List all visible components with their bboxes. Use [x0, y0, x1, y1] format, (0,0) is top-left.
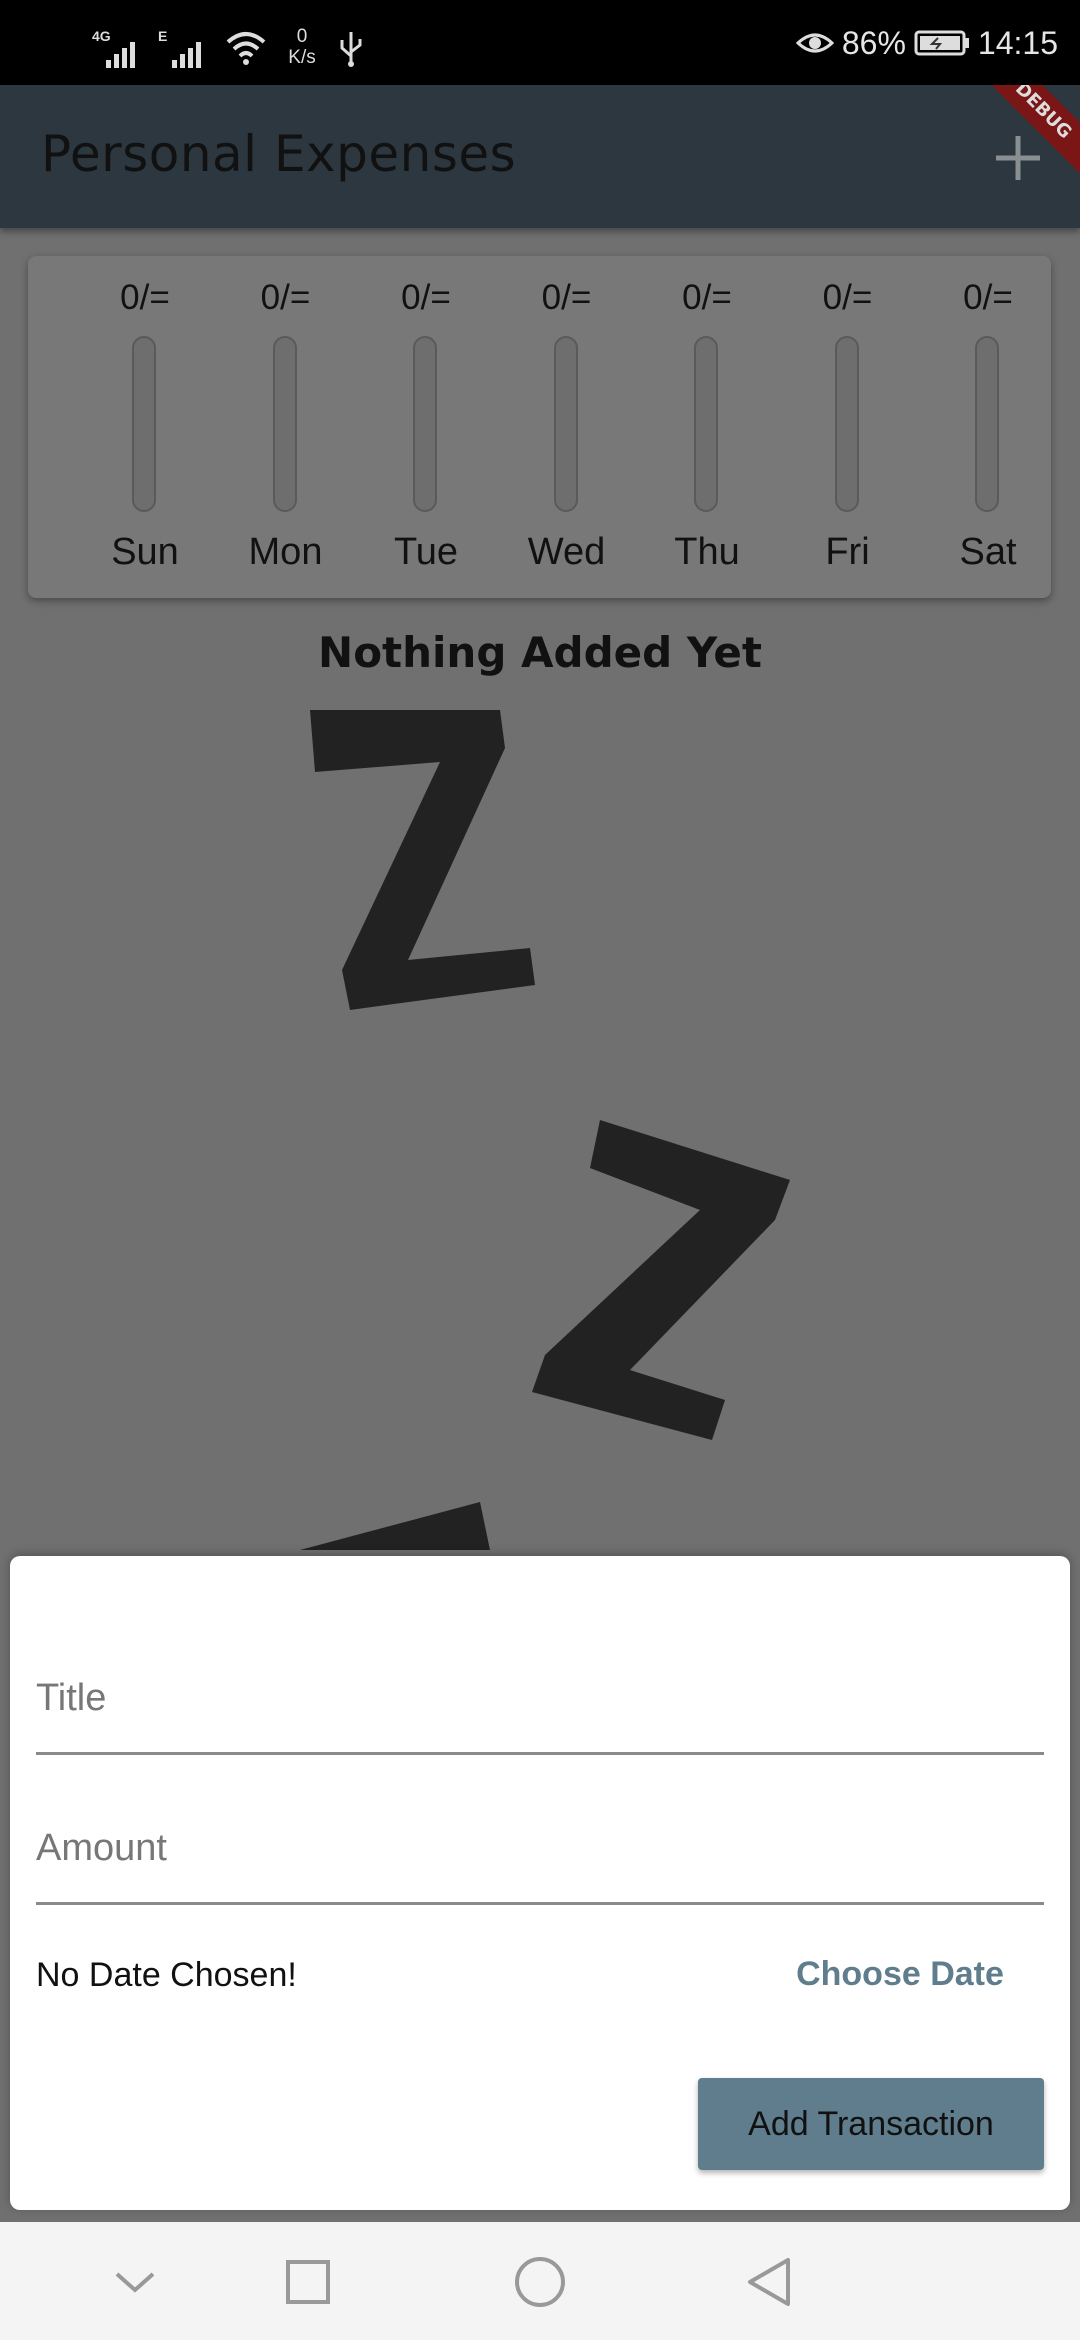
- title-input[interactable]: [36, 1668, 1044, 1728]
- chart-bar-tue: 0/= Tue: [356, 256, 496, 598]
- chart-bar-sat: 0/= Sat: [918, 256, 1058, 598]
- home-circle-icon[interactable]: [510, 2252, 570, 2312]
- app-bar: Personal Expenses DEBUG: [0, 85, 1080, 228]
- eye-icon: [795, 33, 834, 53]
- chart-bar-track: [553, 336, 578, 512]
- chart-amount-label: 0/=: [822, 278, 873, 317]
- clock: 14:15: [977, 24, 1058, 61]
- weekly-chart-card: 0/= Sun 0/= Mon 0/= Tue 0/= Wed 0/= Thu 0/= Fri 0/= S…: [28, 256, 1051, 598]
- chart-bar-thu: 0/= Thu: [637, 256, 777, 598]
- status-icons-left: 4G E 0 K/s: [92, 18, 366, 68]
- chart-day-label: Mon: [248, 531, 323, 573]
- chart-day-label: Sat: [959, 531, 1017, 573]
- chart-bar-track: [975, 336, 999, 512]
- chart-bar-mon: 0/= Mon: [216, 256, 356, 598]
- plus-icon[interactable]: [990, 130, 1046, 186]
- system-nav-bar: [0, 2222, 1080, 2340]
- amount-input[interactable]: [36, 1818, 1044, 1878]
- recents-square-icon[interactable]: [278, 2252, 338, 2312]
- chart-bar-sun: 0/= Sun: [75, 256, 215, 598]
- chart-bar-wed: 0/= Wed: [497, 256, 637, 598]
- chart-amount-label: 0/=: [260, 278, 311, 317]
- chart-day-label: Fri: [825, 531, 870, 573]
- chart-bar-fri: 0/= Fri: [778, 256, 918, 598]
- chart-amount-label: 0/=: [120, 278, 170, 317]
- network-speed-value: 0: [296, 26, 308, 47]
- back-triangle-icon[interactable]: [740, 2252, 800, 2312]
- new-transaction-sheet: No Date Chosen! Choose Date Add Transact…: [10, 1556, 1070, 2210]
- amount-field-container: [36, 1792, 1044, 1905]
- chevron-down-icon[interactable]: [105, 2252, 165, 2312]
- chart-day-label: Thu: [674, 531, 740, 573]
- chart-bar-track: [132, 336, 156, 512]
- sleeping-zzz-image: [300, 710, 790, 1550]
- chart-bar-track: [834, 336, 859, 512]
- network-speed-unit: K/s: [288, 47, 316, 68]
- network-speed: 0 K/s: [282, 26, 322, 68]
- battery-percent: 86%: [841, 24, 906, 61]
- page-title: Personal Expenses: [41, 125, 517, 183]
- status-bar: 4G E 0 K/s 86% 14:15: [0, 0, 1080, 85]
- chart-amount-label: 0/=: [963, 278, 1013, 317]
- chart-day-label: Tue: [393, 531, 459, 573]
- chart-day-label: Wed: [527, 531, 606, 573]
- chart-amount-label: 0/=: [401, 278, 451, 317]
- chart-bar-track: [694, 336, 718, 512]
- signal-icon: 4G: [92, 28, 144, 68]
- chart-bar-track: [413, 336, 437, 512]
- chart-amount-label: 0/=: [541, 278, 592, 317]
- add-transaction-button[interactable]: Add Transaction: [698, 2078, 1044, 2170]
- battery-icon: [914, 30, 969, 56]
- date-status-text: No Date Chosen!: [36, 1956, 297, 1994]
- usb-icon: [340, 32, 362, 67]
- signal-icon-2: E: [158, 28, 210, 68]
- status-icons-right: 86% 14:15: [795, 20, 1058, 66]
- chart-bar-track: [272, 336, 297, 512]
- choose-date-button[interactable]: Choose Date: [770, 1942, 1030, 2006]
- title-field-container: [36, 1642, 1044, 1755]
- chart-day-label: Sun: [111, 531, 179, 573]
- network-type-label-2: E: [158, 28, 168, 44]
- empty-state-title: Nothing Added Yet: [318, 628, 762, 677]
- wifi-icon: [226, 32, 266, 65]
- chart-amount-label: 0/=: [682, 278, 732, 317]
